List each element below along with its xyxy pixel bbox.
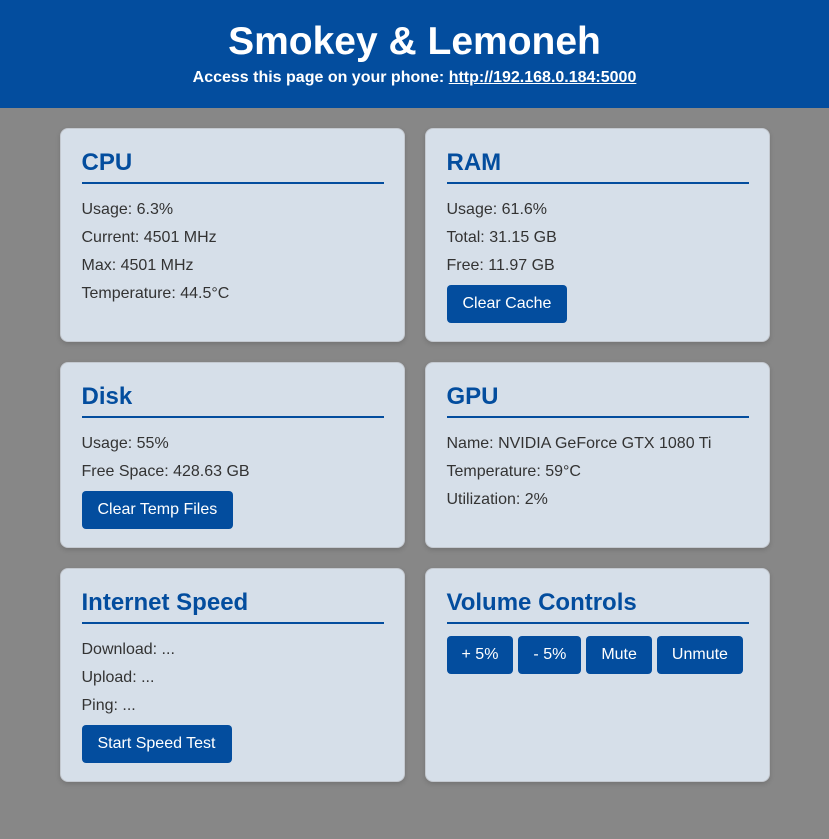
page-title: Smokey & Lemoneh (228, 20, 601, 63)
cpu-max: Max: 4501 MHz (81, 257, 194, 274)
cpu-temperature: Temperature: 44.5°C (81, 285, 230, 302)
cpu-usage: Usage: 6.3% (81, 201, 174, 218)
disk-card-title: Disk (81, 383, 384, 418)
cpu-current: Current: 4501 MHz (81, 229, 217, 246)
gpu-temperature: Temperature: 59°C (446, 463, 581, 480)
volume-controls-card-title: Volume Controls (446, 589, 749, 624)
cpu-card: CPU Usage: 6.3% Current: 4501 MHz Max: 4… (59, 128, 405, 342)
volume-up-button[interactable]: + 5% (446, 636, 514, 674)
dashboard-grid: CPU Usage: 6.3% Current: 4501 MHz Max: 4… (59, 128, 770, 782)
internet-speed-card-title: Internet Speed (81, 589, 384, 624)
gpu-card-title: GPU (446, 383, 749, 418)
gpu-card: GPU Name: NVIDIA GeForce GTX 1080 Ti Tem… (424, 362, 770, 548)
gpu-name: Name: NVIDIA GeForce GTX 1080 Ti (446, 435, 712, 452)
disk-free-space: Free Space: 428.63 GB (81, 463, 250, 480)
unmute-button[interactable]: Unmute (656, 636, 743, 674)
mute-button[interactable]: Mute (586, 636, 652, 674)
gpu-utilization: Utilization: 2% (446, 491, 548, 508)
access-info: Access this page on your phone: http://1… (0, 68, 829, 88)
ping-value: Ping: ... (81, 697, 136, 714)
access-link[interactable]: http://192.168.0.184:5000 (449, 69, 637, 86)
volume-controls-card: Volume Controls + 5% - 5% Mute Unmute (424, 568, 770, 782)
volume-down-button[interactable]: - 5% (518, 636, 582, 674)
page-header: Smokey & Lemoneh Access this page on you… (0, 0, 829, 108)
ram-usage: Usage: 61.6% (446, 201, 548, 218)
ram-free: Free: 11.97 GB (446, 257, 555, 274)
access-text: Access this page on your phone: (192, 69, 449, 86)
internet-speed-card: Internet Speed Download: ... Upload: ...… (59, 568, 405, 782)
ram-total: Total: 31.15 GB (446, 229, 557, 246)
clear-cache-button[interactable]: Clear Cache (446, 285, 568, 323)
download-speed: Download: ... (81, 641, 175, 658)
clear-temp-files-button[interactable]: Clear Temp Files (81, 491, 234, 529)
ram-card: RAM Usage: 61.6% Total: 31.15 GB Free: 1… (424, 128, 770, 342)
upload-speed: Upload: ... (81, 669, 155, 686)
volume-button-row: + 5% - 5% Mute Unmute (446, 636, 749, 674)
ram-card-title: RAM (446, 149, 749, 184)
disk-card: Disk Usage: 55% Free Space: 428.63 GB Cl… (59, 362, 405, 548)
disk-usage: Usage: 55% (81, 435, 169, 452)
cpu-card-title: CPU (81, 149, 384, 184)
start-speed-test-button[interactable]: Start Speed Test (81, 725, 232, 763)
